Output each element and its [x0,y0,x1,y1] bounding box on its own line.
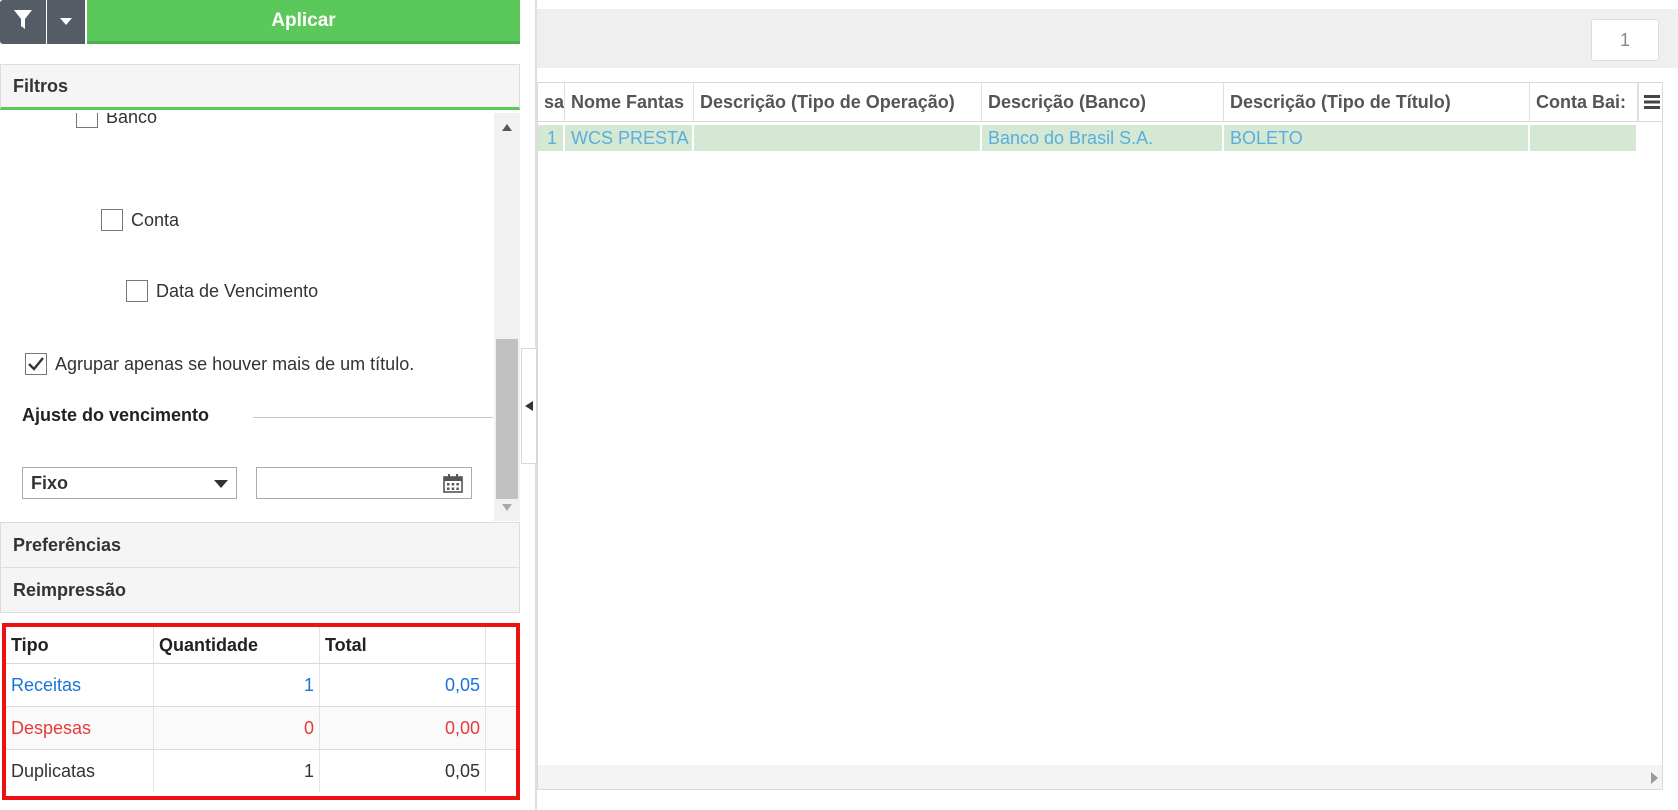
checkbox-row-banco[interactable]: Banco [76,113,157,128]
column-header-total: Total [320,627,486,663]
summary-cell-quantidade: 1 [154,664,320,706]
summary-cell-quantidade: 1 [154,750,320,792]
checkbox-row-conta[interactable]: Conta [101,209,179,231]
filter-toggle-button[interactable] [0,0,46,44]
grid-cell[interactable]: Banco do Brasil S.A. [982,125,1224,151]
grid-menu-button[interactable] [1638,83,1662,121]
summary-cell-tipo: Despesas [6,707,154,749]
grid-column-header[interactable]: Descrição (Tipo de Operação) [694,83,982,121]
checkbox-label: Agrupar apenas se houver mais de um títu… [55,353,415,374]
filter-dropdown-button[interactable] [47,0,85,44]
summary-cell-empty [486,707,516,749]
column-header-tipo: Tipo [6,627,154,663]
checkbox-agrupar[interactable] [25,353,47,375]
column-header-empty [486,627,516,663]
grid-cell[interactable]: BOLETO [1224,125,1530,151]
grid-column-header[interactable]: Descrição (Banco) [982,83,1224,121]
summary-header-row: Tipo Quantidade Total [6,627,516,664]
titles-grid: sa Nome Fantas Descrição (Tipo de Operaç… [537,82,1663,790]
summary-cell-total: 0,05 [320,664,486,706]
grid-row-selected[interactable]: 1 WCS PRESTA Banco do Brasil S.A. BOLETO [538,125,1638,151]
due-adjust-title: Ajuste do vencimento [22,405,210,425]
checkbox-label: Conta [131,209,180,230]
grid-cell[interactable] [694,125,982,151]
hamburger-menu-icon [1644,95,1660,109]
section-divider [253,417,493,418]
grid-column-header[interactable]: Nome Fantas [565,83,694,121]
summary-cell-quantidade: 0 [154,707,320,749]
grid-toolbar [537,9,1678,68]
summary-cell-tipo: Receitas [6,664,154,706]
checkbox-conta[interactable] [101,209,123,231]
preferences-section-header[interactable]: Preferências [0,522,520,568]
summary-row-receitas: Receitas 1 0,05 [6,664,516,707]
grid-cell[interactable]: WCS PRESTA [565,125,694,151]
caret-down-icon [214,480,228,488]
checkmark-icon [28,357,44,371]
column-header-quantidade: Quantidade [154,627,320,663]
summary-cell-total: 0,05 [320,750,486,792]
grid-column-header[interactable]: Descrição (Tipo de Título) [1224,83,1530,121]
scrollbar-thumb[interactable] [496,339,518,499]
summary-cell-total: 0,00 [320,707,486,749]
grid-cell[interactable] [1530,125,1638,151]
calendar-icon[interactable] [443,474,463,493]
scroll-up-arrow-icon[interactable] [494,113,520,141]
grid-cell[interactable]: 1 [538,125,565,151]
summary-table: Tipo Quantidade Total Receitas 1 0,05 De… [2,623,520,800]
caret-down-icon [60,13,72,31]
due-adjust-mode-select[interactable]: Fixo [22,467,237,499]
grid-column-header[interactable]: sa [538,83,565,121]
apply-button[interactable]: Aplicar [87,0,520,44]
checkbox-data-vencimento[interactable] [126,280,148,302]
filters-section-header[interactable]: Filtros [0,64,520,110]
checkbox-row-data-vencimento[interactable]: Data de Vencimento [126,280,318,302]
reprint-section-header[interactable]: Reimpressão [0,567,520,613]
summary-cell-empty [486,750,516,792]
select-value: Fixo [31,472,69,493]
summary-cell-tipo: Duplicatas [6,750,154,792]
checkbox-banco[interactable] [76,113,98,128]
grid-header-row: sa Nome Fantas Descrição (Tipo de Operaç… [538,83,1662,122]
page-number-badge[interactable]: 1 [1591,19,1659,61]
grid-column-header[interactable]: Conta Bai: [1530,83,1638,121]
filters-panel: Banco Conta Data de Vencimento Agrupar a… [0,113,494,521]
summary-row-despesas: Despesas 0 0,00 [6,707,516,750]
checkbox-row-agrupar[interactable]: Agrupar apenas se houver mais de um títu… [25,353,414,375]
summary-cell-empty [486,664,516,706]
scroll-down-arrow-icon[interactable] [494,493,520,521]
checkbox-label: Data de Vencimento [156,280,319,301]
filter-icon [13,9,33,36]
summary-row-duplicatas: Duplicatas 1 0,05 [6,750,516,792]
scroll-right-arrow-icon[interactable] [1651,772,1658,784]
checkbox-label: Banco [106,113,158,127]
grid-horizontal-scrollbar[interactable] [538,765,1662,789]
due-date-input[interactable] [256,467,472,499]
collapse-panel-button[interactable] [521,348,537,464]
caret-left-icon [525,401,533,411]
